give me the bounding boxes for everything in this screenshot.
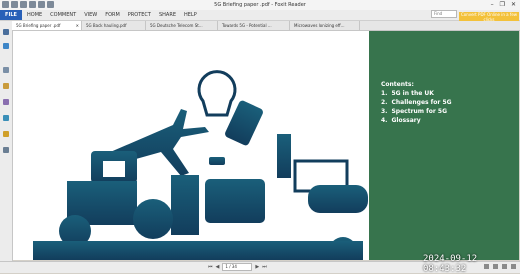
tab-label: 5G Back hauling.pdf [86, 23, 127, 28]
tab-label: Microwaves lonizing eff... [294, 23, 345, 28]
page-navigation: ⏮ ◀ 1 / 34 ▶ ⏭ [208, 263, 267, 271]
layers-icon[interactable] [3, 67, 9, 73]
first-page-button[interactable]: ⏮ [208, 263, 213, 271]
pdf-page[interactable]: Contents: 1. 5G in the UK 2. Challenges fo… [13, 31, 519, 260]
contents-list: 1. 5G in the UK 2. Challenges for 5G 3. Spe… [381, 89, 452, 125]
close-tab-icon[interactable]: ✕ [76, 21, 79, 30]
fridge-icon [171, 175, 199, 235]
timestamp-overlay: 2024-09-12 08:43:32 [423, 254, 478, 274]
menu-help[interactable]: HELP [184, 10, 197, 20]
comments-icon[interactable] [3, 83, 9, 89]
last-page-button[interactable]: ⏭ [262, 263, 267, 271]
signature-icon[interactable] [3, 147, 9, 153]
game-controller-icon [308, 185, 368, 213]
tab-label: 5G Deutsche Telecom St... [150, 23, 203, 28]
contents-heading: Contents: [381, 81, 414, 88]
webcam-icon [133, 199, 173, 239]
lightbulb-icon [197, 70, 237, 117]
document-tabs: 5G Briefing paper .pdf ✕ 5G Back hauling… [12, 21, 520, 31]
prev-page-button[interactable]: ◀ [216, 263, 220, 271]
window-title: 5G Briefing paper .pdf - Foxit Reader [214, 2, 306, 8]
menu-view[interactable]: VIEW [84, 10, 97, 20]
list-item: 4. Glossary [381, 117, 421, 124]
file-menu[interactable]: FILE [0, 10, 22, 20]
lock-icon[interactable] [3, 131, 9, 137]
pages-icon[interactable] [3, 43, 9, 49]
tab-5g-back-hauling[interactable]: 5G Back hauling.pdf [82, 21, 146, 30]
tv-icon [205, 179, 265, 223]
next-page-button[interactable]: ▶ [255, 263, 259, 271]
menu-protect[interactable]: PROTECT [128, 10, 151, 20]
tab-label: 5G Briefing paper .pdf [16, 23, 61, 28]
maximize-button[interactable]: ❐ [500, 1, 505, 9]
menu-home[interactable]: HOME [27, 10, 42, 20]
bookmark-icon[interactable] [3, 29, 9, 35]
tab-5g-briefing[interactable]: 5G Briefing paper .pdf ✕ [12, 21, 82, 30]
devices-illustration [33, 70, 368, 260]
find-input[interactable]: Find [431, 10, 457, 18]
menu-comment[interactable]: COMMENT [50, 10, 76, 20]
page-number-input[interactable]: 1 / 34 [222, 263, 253, 271]
attachments-icon[interactable] [3, 99, 9, 105]
tab-microwaves[interactable]: Microwaves lonizing eff... [290, 21, 360, 30]
minimize-button[interactable]: – [491, 1, 494, 9]
contents-panel: Contents: 1. 5G in the UK 2. Challenges fo… [369, 31, 519, 260]
list-item: 1. 5G in the UK [381, 90, 434, 97]
tab-label: Towards 5G - Potential ... [222, 23, 272, 28]
link-icon[interactable] [3, 115, 9, 121]
navigation-sidebar [0, 21, 13, 261]
close-button[interactable]: ✕ [511, 1, 516, 9]
list-item: 2. Challenges for 5G [381, 99, 452, 106]
list-item: 3. Spectrum for 5G [381, 108, 448, 115]
tab-5g-deutsche-telecom[interactable]: 5G Deutsche Telecom St... [146, 21, 218, 30]
tab-towards-5g[interactable]: Towards 5G - Potential ... [218, 21, 290, 30]
computer-tower-icon [277, 134, 291, 178]
menu-share[interactable]: SHARE [159, 10, 176, 20]
menu-form[interactable]: FORM [105, 10, 120, 20]
